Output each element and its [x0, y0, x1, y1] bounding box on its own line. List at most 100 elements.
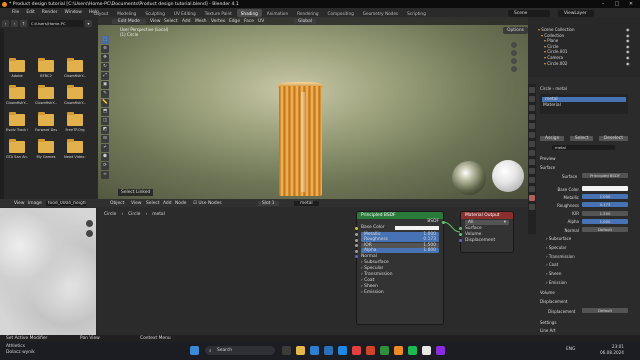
prop-field-metallic[interactable]: 1.000 [582, 194, 628, 200]
eye-icon[interactable]: ◉ [626, 33, 630, 38]
assign-button[interactable]: Assign [540, 136, 565, 141]
constraints-tab-icon[interactable] [529, 177, 535, 183]
mode-selector[interactable]: Edit Mode [112, 18, 146, 24]
tool-tab-icon[interactable] [529, 87, 535, 93]
node-menu-object[interactable]: Object [110, 201, 124, 206]
move-tool-icon[interactable]: ✥ [101, 54, 109, 62]
menu-edit[interactable]: Edit [26, 10, 35, 15]
ior-socket[interactable] [355, 244, 358, 247]
settings-panel-header[interactable]: Settings [540, 320, 556, 325]
folder-item[interactable]: ClownfishY... [64, 85, 86, 115]
outliner-item[interactable]: ▾ Camera ◉ [544, 55, 630, 60]
close-button[interactable]: ✕ [624, 0, 638, 8]
surface-panel-header[interactable]: Surface [540, 165, 555, 170]
outliner-item[interactable]: ▾ Circle ◉ [544, 44, 630, 49]
eye-icon[interactable]: ◉ [626, 27, 630, 32]
tab-rendering[interactable]: Rendering [293, 9, 322, 17]
weather-widget[interactable]: Athletics Dolacz wynik [6, 344, 35, 355]
render-tab-icon[interactable] [529, 96, 535, 102]
select-button[interactable]: Select [569, 136, 594, 141]
material-selector[interactable]: metal [294, 200, 319, 206]
tab-uv-editing[interactable]: UV Editing [170, 9, 200, 17]
viewport-menu-vertex[interactable]: Vertex [211, 19, 225, 24]
scene-tab-icon[interactable] [529, 123, 535, 129]
prop-section-transmission[interactable]: › Transmission [546, 254, 575, 259]
mail-icon[interactable] [338, 346, 347, 355]
world-tab-icon[interactable] [529, 132, 535, 138]
prop-field-roughness[interactable]: 0.173 [582, 202, 628, 208]
menu-file[interactable]: File [12, 10, 19, 15]
spin-tool-icon[interactable]: ⟳ [101, 162, 109, 170]
folder-item[interactable]: ClownfishY... [6, 85, 28, 115]
ortho-toggle-icon[interactable] [511, 66, 517, 72]
cursor-tool-icon[interactable]: ⊕ [101, 45, 109, 53]
preview-panel-header[interactable]: Preview [540, 156, 556, 161]
modifier-tab-icon[interactable] [529, 150, 535, 156]
knife-tool-icon[interactable]: ⌿ [101, 144, 109, 152]
object-tab-icon[interactable] [529, 141, 535, 147]
prop-section-emission[interactable]: › Emission [546, 280, 567, 285]
tab-modeling[interactable]: Modeling [113, 9, 140, 17]
folder-item[interactable]: ClownfishY... [64, 58, 86, 88]
view-layer-tab-icon[interactable] [529, 114, 535, 120]
pan-icon[interactable] [86, 230, 93, 237]
view-layer-selector[interactable]: ViewLayer [558, 9, 594, 17]
lineart-panel-header[interactable]: Line Art [540, 328, 556, 333]
folder-item[interactable]: GTA San An... [6, 139, 28, 169]
base-color-swatch[interactable] [395, 226, 439, 230]
use-nodes-checkbox[interactable]: ☑ Use Nodes [193, 201, 222, 206]
roughness-socket[interactable] [355, 238, 358, 242]
eye-icon[interactable]: ◉ [626, 44, 630, 49]
options-dropdown[interactable]: Options [503, 27, 528, 34]
camera-view-icon[interactable] [511, 58, 517, 64]
loopcut-tool-icon[interactable]: ⊟ [101, 135, 109, 143]
taskbar-search[interactable]: ⌕ Search [205, 346, 275, 355]
prop-field-normal[interactable]: Default [582, 227, 628, 232]
displacement-panel-header[interactable]: Displacement [540, 299, 568, 304]
outliner-item[interactable]: ▾ Scene Collection ◉ [538, 27, 630, 32]
viewport-menu-view[interactable]: View [150, 19, 160, 24]
blender-taskbar-icon[interactable] [394, 346, 403, 355]
tab-texture-paint[interactable]: Texture Paint [201, 9, 236, 17]
bevel-tool-icon[interactable]: ◩ [101, 126, 109, 134]
folder-item[interactable]: Adobe [6, 58, 28, 88]
displacement-field[interactable]: Default [582, 308, 628, 313]
eye-icon[interactable]: ◉ [626, 49, 630, 54]
scene-selector[interactable]: Scene [508, 9, 550, 17]
maximize-button[interactable]: □ [610, 0, 624, 8]
measure-tool-icon[interactable]: 📏 [101, 99, 109, 107]
material-output-node[interactable]: Material Output All ▾ Surface Volume Disp… [459, 211, 514, 253]
folder-item[interactable]: BFBC2 [35, 58, 57, 88]
folder-item[interactable]: ClownfishY... [35, 85, 57, 115]
slot-item-material[interactable]: Material [540, 103, 628, 108]
displacement-socket[interactable] [459, 239, 462, 242]
principled-bsdf-node[interactable]: Principled BSDF BSDF Base Color Metallic… [355, 211, 445, 325]
bsdf-field-ior[interactable]: IOR 1.500 [355, 242, 439, 248]
tab-layout[interactable]: Layout [90, 9, 112, 17]
smooth-tool-icon[interactable]: ≈ [101, 171, 109, 179]
tab-sculpting[interactable]: Sculpting [141, 9, 169, 17]
surface-shader-field[interactable]: Principled BSDF [582, 173, 628, 178]
extrude-tool-icon[interactable]: ⬒ [101, 108, 109, 116]
outliner-item[interactable]: ▾ Plane ◉ [544, 38, 630, 43]
folder-item[interactable]: Evolv Track E... [6, 112, 28, 142]
store-icon[interactable] [324, 346, 333, 355]
edge-icon[interactable] [310, 346, 319, 355]
image-menu-image[interactable]: Image [28, 201, 42, 206]
bsdf-field-metallic[interactable]: Metallic 1.000 [355, 231, 439, 237]
app-icon-purple[interactable] [436, 346, 445, 355]
prop-section-subsurface[interactable]: › Subsurface [546, 236, 571, 241]
prop-field-alpha[interactable]: 1.000 [582, 218, 628, 224]
prop-section-specular[interactable]: › Specular [546, 245, 566, 250]
file-explorer-icon[interactable] [296, 346, 305, 355]
outliner-item[interactable]: ▾ Circle.002 ◉ [544, 61, 630, 66]
particles-tab-icon[interactable] [529, 159, 535, 165]
tab-scripting[interactable]: Scripting [403, 9, 430, 17]
folder-item[interactable]: Forward Dev... [35, 112, 57, 142]
prop-field-ior[interactable]: 1.500 [582, 210, 628, 216]
eye-icon[interactable]: ◉ [626, 61, 630, 66]
viewport-menu-face[interactable]: Face [244, 19, 254, 24]
poly-build-tool-icon[interactable]: ⬟ [101, 153, 109, 161]
output-target-select[interactable]: All ▾ [465, 220, 509, 225]
language-indicator[interactable]: ENG [566, 347, 575, 352]
